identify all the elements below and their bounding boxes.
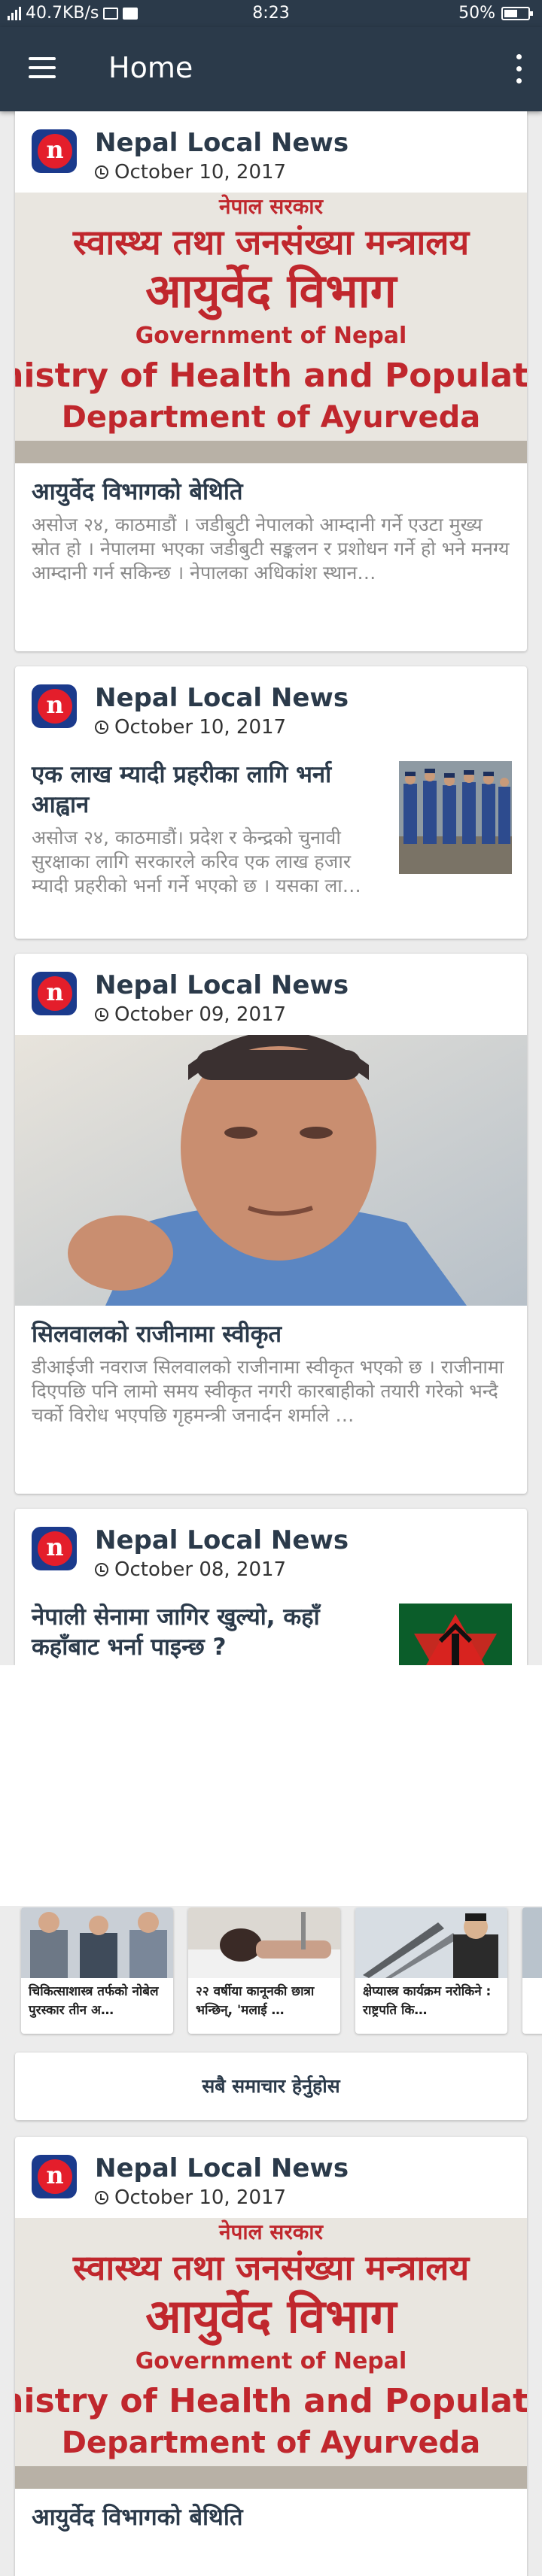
carousel-card[interactable]: क्षेप्यास्त्र कार्यक्रम नरोकिने : राष्ट्…	[355, 1907, 507, 2034]
source-logo: n	[32, 972, 77, 1015]
svg-text:आयुर्वेद विभाग: आयुर्वेद विभाग	[145, 2289, 397, 2346]
svg-text:स्वास्थ्य तथा जनसंख्या मन्त्रा: स्वास्थ्य तथा जनसंख्या मन्त्रालय	[72, 222, 471, 262]
article-thumbnail[interactable]	[399, 1604, 512, 1665]
article-headline[interactable]: सिलवालको राजीनामा स्वीकृत	[32, 1319, 510, 1349]
page-title: Home	[108, 51, 193, 84]
source-logo: n	[32, 129, 77, 173]
publish-date: October 09, 2017	[95, 1003, 286, 1026]
source-logo: n	[32, 684, 77, 728]
more-vertical-icon[interactable]	[515, 54, 522, 84]
carousel-image	[21, 1907, 173, 1978]
news-card[interactable]: n Nepal Local News October 10, 2017 नेपा…	[15, 2137, 527, 2576]
svg-text:Ministry of Health and Populat: Ministry of Health and Population	[15, 357, 527, 395]
svg-text:आयुर्वेद विभाग: आयुर्वेद विभाग	[145, 263, 397, 320]
source-name: Nepal Local News	[95, 1525, 349, 1555]
svg-text:Department of Ayurveda: Department of Ayurveda	[62, 2426, 481, 2460]
card-header: n Nepal Local News October 08, 2017	[15, 1509, 527, 1590]
svg-text:नेपाल सरकार: नेपाल सरकार	[218, 194, 324, 219]
svg-text:Department of Ayurveda: Department of Ayurveda	[62, 400, 481, 435]
article-headline[interactable]: आयुर्वेद विभागको बेथिति	[32, 2502, 510, 2532]
card-header: n Nepal Local News October 10, 2017	[15, 111, 527, 193]
publish-date: October 10, 2017	[95, 716, 286, 739]
article-excerpt: डीआईजी नवराज सिलवालको राजीनामा स्वीकृत भ…	[32, 1356, 504, 1426]
clock-icon	[95, 2191, 108, 2204]
carousel-card[interactable]: चिकित्साशास्त्र तर्फको नोबेल पुरस्कार ती…	[21, 1907, 173, 2034]
publish-date: October 10, 2017	[95, 161, 286, 184]
carousel-card[interactable]: २२ वर्षीया कानूनकी छात्रा भन्छिन्, 'मलाई…	[188, 1907, 340, 2034]
news-card[interactable]: n Nepal Local News October 10, 2017 एक ल…	[15, 666, 527, 939]
news-card[interactable]: n Nepal Local News October 09, 2017 सिलव…	[15, 954, 527, 1494]
news-carousel[interactable]: चिकित्साशास्त्र तर्फको नोबेल पुरस्कार ती…	[0, 1907, 542, 2039]
article-image[interactable]: नेपाल सरकार स्वास्थ्य तथा जनसंख्या मन्त्…	[15, 2218, 527, 2489]
article-excerpt: असोज २४, काठमाडौं। प्रदेश र केन्द्रको चु…	[32, 827, 361, 897]
carousel-image	[522, 1907, 542, 1978]
status-bar: 40.7KB/s 8:23 50%	[0, 0, 542, 27]
publish-date: October 08, 2017	[95, 1558, 286, 1581]
article-image[interactable]: नेपाल सरकार स्वास्थ्य तथा जनसंख्या मन्त्…	[15, 193, 527, 463]
svg-text:Ministry of Health and Populat: Ministry of Health and Population	[15, 2382, 527, 2420]
source-name: Nepal Local News	[95, 2153, 349, 2183]
svg-text:Government of Nepal: Government of Nepal	[136, 2348, 407, 2374]
svg-text:नेपाल सरकार: नेपाल सरकार	[218, 2219, 324, 2244]
carousel-image	[188, 1907, 340, 1978]
carousel-caption: क्षेप्यास्त्र कार्यक्रम नरोकिने : राष्ट्…	[363, 1984, 492, 2018]
news-card[interactable]: n Nepal Local News October 08, 2017 नेपा…	[15, 1509, 527, 1665]
carousel-caption: २२ वर्षीया कानूनकी छात्रा भन्छिन्, 'मलाई…	[196, 1984, 315, 2018]
clock-icon	[95, 1008, 108, 1021]
all-news-button[interactable]: सबै समाचार हेर्नुहोस	[15, 2053, 527, 2120]
clock-icon	[95, 1563, 108, 1576]
battery-percent: 50%	[458, 4, 495, 23]
article-headline[interactable]: आयुर्वेद विभागको बेथिति	[32, 477, 510, 507]
card-header: n Nepal Local News October 10, 2017	[15, 666, 527, 748]
article-excerpt: असोज २४, काठमाडौं । जडीबुटी नेपालको आम्द…	[32, 514, 510, 584]
carousel-card[interactable]	[522, 1907, 542, 2034]
news-card[interactable]: n Nepal Local News October 10, 2017 नेपा…	[15, 111, 527, 651]
card-header: n Nepal Local News October 09, 2017	[15, 954, 527, 1035]
article-headline[interactable]: एक लाख म्यादी प्रहरीका लागि भर्ना आह्वान	[32, 760, 378, 820]
svg-text:Government of Nepal: Government of Nepal	[136, 323, 407, 349]
article-headline[interactable]: नेपाली सेनामा जागिर खुल्यो, कहाँ कहाँबाट…	[32, 1602, 378, 1662]
app-bar: Home	[0, 27, 542, 111]
empty-area	[0, 1665, 542, 1906]
article-image[interactable]	[15, 1035, 527, 1306]
battery-icon	[501, 6, 533, 20]
source-name: Nepal Local News	[95, 683, 349, 713]
hamburger-menu-icon[interactable]	[29, 57, 56, 78]
carousel-caption: चिकित्साशास्त्र तर्फको नोबेल पुरस्कार ती…	[29, 1984, 159, 2018]
clock-icon	[95, 165, 108, 179]
publish-date: October 10, 2017	[95, 2186, 286, 2209]
card-header: n Nepal Local News October 10, 2017	[15, 2137, 527, 2218]
source-logo: n	[32, 2155, 77, 2198]
carousel-image	[355, 1907, 507, 1978]
source-logo: n	[32, 1527, 77, 1570]
source-name: Nepal Local News	[95, 970, 349, 1000]
clock-icon	[95, 721, 108, 734]
source-name: Nepal Local News	[95, 128, 349, 158]
article-thumbnail[interactable]	[399, 761, 512, 874]
svg-text:स्वास्थ्य तथा जनसंख्या मन्त्रा: स्वास्थ्य तथा जनसंख्या मन्त्रालय	[72, 2247, 471, 2288]
